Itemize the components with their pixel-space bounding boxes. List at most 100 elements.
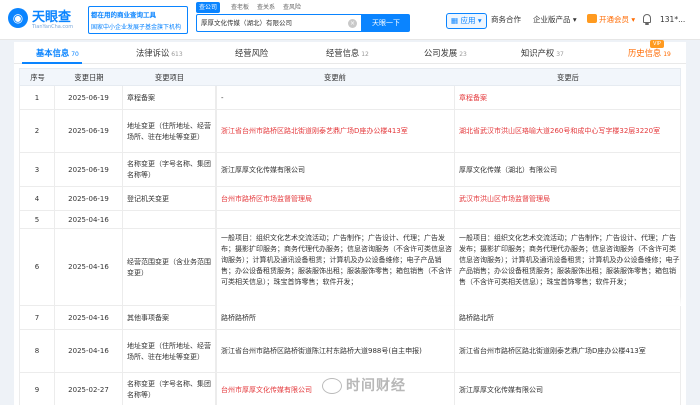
business-cooperation-link[interactable]: 商务合作 bbox=[491, 13, 521, 27]
table-row: 1 2025-06-19 章程备案 - 章程备案 bbox=[19, 86, 681, 110]
col-header-date: 变更日期 bbox=[74, 73, 104, 82]
row-no: 5 bbox=[20, 211, 55, 229]
row-item: 登记机关变更 bbox=[123, 187, 216, 211]
row-before: 一般项目：组织文化艺术交流活动；广告制作；广告设计、代理；广告发布；摄影扩印服务… bbox=[216, 229, 454, 306]
row-date: 2025-02-27 bbox=[55, 373, 123, 405]
tab-operating-risk[interactable]: 经营风险 bbox=[235, 42, 270, 64]
row-no: 6 bbox=[20, 229, 55, 306]
row-after: 章程备案 bbox=[454, 86, 682, 110]
search-button[interactable]: 天眼一下 bbox=[362, 14, 410, 32]
tab-label: 知识产权 bbox=[521, 48, 555, 58]
bell-icon[interactable] bbox=[642, 14, 652, 26]
site-logo[interactable]: ◉ 天眼查 TianYanCha.com bbox=[8, 6, 86, 32]
row-item: 章程备案 bbox=[123, 86, 216, 110]
row-after: 武汉市洪山区市场监督管理局 bbox=[454, 187, 682, 211]
row-no: 3 bbox=[20, 153, 55, 187]
search-tab-relation[interactable]: 查关系 bbox=[254, 2, 278, 13]
row-after: 浙江厚厚文化传媒有限公司 bbox=[454, 373, 682, 405]
user-menu[interactable]: 131*... bbox=[660, 13, 685, 27]
table-row: 7 2025-04-16 其他事项备案 路桥路桥所 路桥路北所 bbox=[19, 306, 681, 330]
row-no: 1 bbox=[20, 86, 55, 110]
row-item: 地址变更（住所地址、经营场所、驻在地址等变更） bbox=[123, 330, 216, 373]
search-tab-risk[interactable]: 查风险 bbox=[280, 2, 304, 13]
table-row: 2 2025-06-19 地址变更（住所地址、经营场所、驻在地址等变更） 浙江省… bbox=[19, 110, 681, 153]
tab-count: 23 bbox=[459, 51, 467, 58]
row-item: 名称变更（字号名称、集团名称等） bbox=[123, 373, 216, 405]
open-vip-label: 开通会员 bbox=[599, 15, 629, 24]
row-no: 7 bbox=[20, 306, 55, 330]
crown-icon bbox=[587, 14, 597, 23]
row-date: 2025-06-19 bbox=[55, 86, 123, 110]
row-before: 浙江厚厚文化传媒有限公司 bbox=[216, 153, 454, 187]
row-before: 浙江省台州市路桥区路北街道刚泰艺鼎广场D座办公楼413室 bbox=[216, 110, 454, 153]
slogan-banner: 都在用的商业查询工具 国家中小企业发展子基金旗下机构 bbox=[88, 6, 188, 34]
search-input-value: 厚厚文化传媒（湖北）有限公司 bbox=[201, 19, 292, 27]
row-before: - bbox=[216, 86, 454, 110]
table-row: 3 2025-06-19 名称变更（字号名称、集团名称等） 浙江厚厚文化传媒有限… bbox=[19, 153, 681, 187]
row-after: 路桥路北所 bbox=[454, 306, 682, 330]
business-scope-after: 一般项目：组织文化艺术交流活动；广告制作；广告设计、代理；广告发布；摄影扩印服务… bbox=[459, 234, 680, 286]
business-scope-before: 一般项目：组织文化艺术交流活动；广告制作；广告设计、代理；广告发布；摄影扩印服务… bbox=[221, 234, 452, 286]
tab-operating-info[interactable]: 经营信息 12 bbox=[326, 42, 369, 64]
search-tab-company[interactable]: 查公司 bbox=[196, 2, 221, 13]
row-item bbox=[123, 211, 216, 229]
tab-company-development[interactable]: 公司发展 23 bbox=[424, 42, 467, 64]
slogan-line2: 国家中小企业发展子基金旗下机构 bbox=[91, 24, 182, 31]
tab-basic-info[interactable]: 基本信息 70 bbox=[36, 42, 79, 64]
row-item: 名称变更（字号名称、集团名称等） bbox=[123, 153, 216, 187]
col-header-before: 变更前 bbox=[324, 73, 346, 82]
tab-label: 经营风险 bbox=[235, 48, 269, 58]
text-fade bbox=[217, 296, 454, 306]
row-after: 一般项目：组织文化艺术交流活动；广告制作；广告设计、代理；广告发布；摄影扩印服务… bbox=[454, 229, 682, 306]
row-date: 2025-06-19 bbox=[55, 110, 123, 153]
row-date: 2025-06-19 bbox=[55, 187, 123, 211]
user-phone: 131*... bbox=[660, 15, 686, 24]
row-before: 台州市路桥区市场监督管理局 bbox=[216, 187, 454, 211]
search-tab-boss[interactable]: 查老板 bbox=[228, 2, 252, 13]
row-after bbox=[454, 211, 682, 229]
row-date: 2025-04-16 bbox=[55, 211, 123, 229]
text-fade bbox=[455, 296, 682, 306]
row-date: 2025-04-16 bbox=[55, 306, 123, 330]
tab-label: 经营信息 bbox=[326, 48, 360, 58]
watermark-text: 时间财经 bbox=[346, 378, 406, 394]
tab-label: 基本信息 bbox=[36, 48, 70, 58]
weibo-icon bbox=[322, 378, 342, 394]
change-records-table: 序号 变更日期 变更项目 变更前 变更后 1 2025-06-19 章程备案 -… bbox=[14, 64, 686, 405]
slogan-line1: 都在用的商业查询工具 bbox=[91, 11, 156, 19]
row-no: 9 bbox=[20, 373, 55, 405]
row-item: 经营范围变更（含业务范围变更） bbox=[123, 229, 216, 306]
tab-count: 613 bbox=[171, 51, 183, 58]
tab-label: 法律诉讼 bbox=[136, 48, 170, 58]
row-after: 湖北省武汉市洪山区珞喻大道260号和成中心写字楼32层3220室 bbox=[454, 110, 682, 153]
enterprise-products-menu[interactable]: 企业版产品 ▾ bbox=[533, 13, 577, 27]
tab-label: 历史信息 bbox=[628, 48, 662, 58]
section-tabs: 基本信息 70 法律诉讼 613 经营风险 经营信息 12 公司发展 23 知识产权 37… bbox=[14, 42, 686, 64]
tab-label: 公司发展 bbox=[424, 48, 458, 58]
tab-legal[interactable]: 法律诉讼 613 bbox=[136, 42, 183, 64]
col-header-after: 变更后 bbox=[557, 73, 579, 82]
search-input[interactable]: 厚厚文化传媒（湖北）有限公司 × bbox=[196, 14, 362, 32]
open-vip-button[interactable]: 开通会员 ▾ bbox=[587, 13, 635, 27]
row-no: 4 bbox=[20, 187, 55, 211]
tab-count: 12 bbox=[361, 51, 369, 58]
tab-count: 37 bbox=[556, 51, 564, 58]
enterprise-products-label: 企业版产品 bbox=[533, 15, 571, 24]
table-row: 8 2025-04-16 地址变更（住所地址、经营场所、驻在地址等变更） 浙江省… bbox=[19, 330, 681, 373]
table-row: 4 2025-06-19 登记机关变更 台州市路桥区市场监督管理局 武汉市洪山区… bbox=[19, 187, 681, 211]
row-before bbox=[216, 211, 454, 229]
row-after: 浙江省台州市路桥区路北街道刚泰艺鼎广场D座办公楼413室 bbox=[454, 330, 682, 373]
row-no: 2 bbox=[20, 110, 55, 153]
row-date: 2025-04-16 bbox=[55, 229, 123, 306]
col-header-item: 变更项目 bbox=[154, 73, 185, 82]
tab-count: 19 bbox=[663, 51, 671, 58]
row-before: 路桥路桥所 bbox=[216, 306, 454, 330]
logo-eye-icon: ◉ bbox=[8, 8, 28, 28]
clear-icon[interactable]: × bbox=[348, 19, 357, 28]
row-no: 8 bbox=[20, 330, 55, 373]
row-date: 2025-06-19 bbox=[55, 153, 123, 187]
logo-text: 天眼查 bbox=[32, 10, 72, 25]
tab-intellectual-property[interactable]: 知识产权 37 bbox=[521, 42, 564, 64]
table-row: 5 2025-04-16 bbox=[19, 211, 681, 229]
apps-menu[interactable]: ▦ 应用 ▾ bbox=[446, 13, 487, 29]
